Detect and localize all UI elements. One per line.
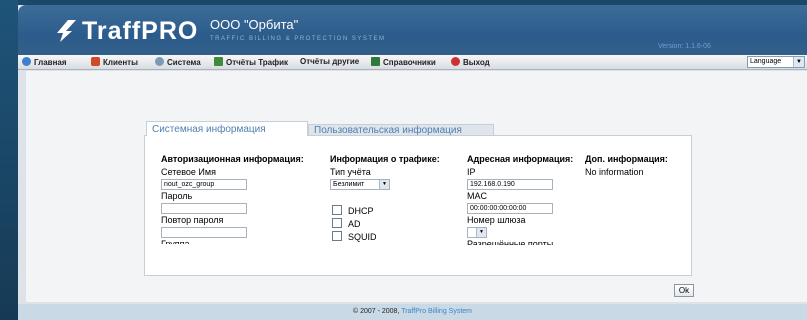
- password-label: Пароль: [161, 191, 193, 201]
- menu-item-label: Выход: [463, 58, 490, 67]
- allowed-ports-label: Разрешённые порты: [467, 239, 554, 245]
- menu-item-clients[interactable]: Клиенты: [91, 57, 138, 68]
- squid-label: SQUID: [348, 232, 377, 242]
- mac-label: MAC: [467, 191, 487, 201]
- exit-icon: [451, 57, 460, 66]
- account-type-value: Безлимит: [333, 181, 365, 188]
- ad-label: AD: [348, 219, 361, 229]
- language-select-value: Language: [750, 58, 782, 65]
- password-input[interactable]: [161, 203, 247, 214]
- menu-item-exit[interactable]: Выход: [451, 57, 490, 68]
- company-name: ООО "Орбита": [210, 17, 299, 32]
- menu-item-label: Главная: [34, 58, 67, 67]
- version-label: Version: 1.1.6-06: [658, 43, 711, 50]
- gears-icon: [155, 57, 164, 66]
- header-banner: TraffPRO ООО "Орбита" TRAFFIC BILLING & …: [18, 5, 807, 55]
- squid-checkbox-row[interactable]: SQUID: [332, 231, 377, 243]
- ad-checkbox[interactable]: [332, 218, 342, 228]
- auth-heading: Авторизационная информация:: [161, 154, 304, 164]
- network-name-label: Сетевое Имя: [161, 167, 216, 177]
- ad-checkbox-row[interactable]: AD: [332, 218, 361, 230]
- menu-item-other-reports[interactable]: Отчёты другие: [300, 57, 359, 68]
- extra-heading: Доп. информация:: [585, 154, 668, 164]
- footer: © 2007 - 2008, TraffPro Billing System: [18, 304, 807, 320]
- main-content: Системная информация Пользовательская ин…: [26, 71, 807, 302]
- menu-item-system[interactable]: Система: [155, 57, 201, 68]
- bar-chart-icon: [214, 57, 223, 66]
- menu-item-label: Система: [167, 58, 201, 67]
- squid-checkbox[interactable]: [332, 231, 342, 241]
- logo-mark-icon: [57, 20, 76, 42]
- ok-button[interactable]: Ok: [674, 284, 694, 297]
- chevron-down-icon: ▼: [379, 180, 389, 189]
- gateway-select[interactable]: ▼: [467, 227, 487, 238]
- dhcp-checkbox-row[interactable]: DHCP: [332, 205, 374, 217]
- footer-brand-link[interactable]: TraffPro Billing System: [401, 308, 472, 315]
- repeat-password-label: Повтор пароля: [161, 215, 224, 225]
- tab-system-info[interactable]: Системная информация: [146, 121, 308, 136]
- mac-input[interactable]: 00:00:00:00:00:00: [467, 203, 553, 214]
- globe-icon: [22, 57, 31, 66]
- footer-copyright: © 2007 - 2008,: [352, 308, 402, 315]
- tagline: TRAFFIC BILLING & PROTECTION SYSTEM: [210, 36, 386, 42]
- menu-item-label: Клиенты: [103, 58, 138, 67]
- main-menu: Главная Клиенты Система Отчёты Трафик От…: [18, 55, 807, 70]
- group-label: Группа: [161, 239, 190, 244]
- language-select[interactable]: Language ▼: [747, 56, 805, 68]
- ip-input[interactable]: 192.168.0.190: [467, 179, 553, 190]
- app-window: TraffPRO ООО "Орбита" TRAFFIC BILLING & …: [18, 5, 807, 320]
- gateway-label: Номер шлюза: [467, 215, 526, 225]
- address-heading: Адресная информация:: [467, 154, 574, 164]
- menu-item-label: Отчёты Трафик: [226, 58, 289, 67]
- logo-text: TraffPRO: [82, 17, 199, 45]
- account-type-select[interactable]: Безлимит ▼: [330, 179, 390, 190]
- chevron-down-icon: ▼: [476, 228, 486, 237]
- menu-item-traffic-reports[interactable]: Отчёты Трафик: [214, 57, 288, 68]
- chevron-down-icon: ▼: [793, 57, 804, 67]
- traffic-heading: Информация о трафике:: [330, 154, 440, 164]
- ip-label: IP: [467, 167, 476, 177]
- book-icon: [371, 57, 380, 66]
- dhcp-label: DHCP: [348, 206, 374, 216]
- extra-info-value: No information: [585, 167, 644, 177]
- network-name-input[interactable]: nout_ozc_group: [161, 179, 247, 190]
- users-icon: [91, 57, 100, 66]
- menu-item-directories[interactable]: Справочники: [371, 57, 436, 68]
- left-background: [0, 0, 18, 320]
- dhcp-checkbox[interactable]: [332, 205, 342, 215]
- repeat-password-input[interactable]: [161, 227, 247, 238]
- menu-item-label: Справочники: [383, 58, 436, 67]
- menu-item-home[interactable]: Главная: [22, 57, 67, 68]
- account-type-label: Тип учёта: [330, 167, 371, 177]
- menu-item-label: Отчёты другие: [300, 57, 360, 66]
- system-info-panel: Авторизационная информация: Сетевое Имя …: [144, 135, 692, 276]
